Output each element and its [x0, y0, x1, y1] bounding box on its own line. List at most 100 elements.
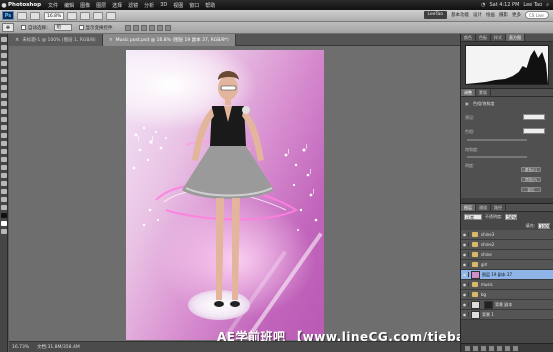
menu-app-name[interactable]: Photoshop — [8, 2, 41, 8]
saturation-slider[interactable] — [467, 156, 527, 158]
workspace-design[interactable]: 设计 — [473, 12, 482, 18]
opacity-input[interactable]: 56% — [505, 213, 518, 220]
wifi-icon[interactable]: ◔ — [481, 2, 485, 8]
preset-select[interactable] — [523, 114, 545, 120]
tab-color[interactable]: 颜色 — [461, 34, 476, 41]
menu-select[interactable]: 选择 — [112, 2, 122, 9]
hue-slider[interactable] — [467, 139, 527, 141]
visibility-eye-icon[interactable]: ◉ — [461, 232, 469, 237]
path-select-tool-icon[interactable] — [1, 165, 7, 170]
document-canvas[interactable] — [126, 50, 324, 340]
new-group-icon[interactable] — [497, 345, 502, 351]
zoom-level-select[interactable]: 16.8% — [44, 11, 65, 20]
spotlight-icon[interactable]: ⌕ — [546, 2, 549, 8]
menu-filter[interactable]: 滤镜 — [128, 2, 138, 9]
hand-tool-button[interactable] — [67, 11, 78, 20]
close-tab-icon[interactable]: × — [109, 37, 113, 43]
layer-row[interactable]: ◉ 背景 副本 — [461, 300, 553, 310]
align-top-icon[interactable] — [124, 24, 131, 31]
workspace-more[interactable]: 更多 — [512, 12, 521, 18]
align-bottom-icon[interactable] — [140, 24, 147, 31]
layer-row[interactable]: ◉ music — [461, 280, 553, 290]
tab-styles[interactable]: 样式 — [491, 34, 506, 41]
zoom-tool-button[interactable] — [80, 11, 91, 20]
layer-row[interactable]: ◉ 背景 1 — [461, 310, 553, 320]
layer-row[interactable]: ◉ shine2 — [461, 240, 553, 250]
arrange-documents-button[interactable] — [93, 11, 104, 20]
layer-style-icon[interactable] — [473, 345, 478, 351]
visibility-eye-icon[interactable]: ◉ — [461, 272, 469, 277]
menu-help[interactable]: 帮助 — [205, 2, 215, 9]
screen-mode-button[interactable] — [106, 11, 117, 20]
foreground-color-swatch[interactable] — [1, 213, 7, 218]
new-layer-icon[interactable] — [505, 345, 510, 351]
auto-select-checkbox[interactable]: 自动选择： — [21, 25, 51, 31]
visibility-eye-icon[interactable]: ◉ — [461, 292, 469, 297]
menu-image[interactable]: 图像 — [80, 2, 90, 9]
eyedropper-tool-icon[interactable] — [1, 77, 7, 82]
quick-mask-icon[interactable] — [1, 229, 7, 234]
move-tool-preset-icon[interactable]: ✥ — [2, 23, 14, 32]
show-transform-checkbox[interactable]: 显示变换控件 — [78, 25, 113, 31]
menu-analysis[interactable]: 分析 — [144, 2, 154, 9]
blur-tool-icon[interactable] — [1, 133, 7, 138]
apple-icon[interactable]: ● — [0, 2, 8, 9]
cs-live-search[interactable]: CS Live — [525, 11, 549, 19]
gradient-tool-icon[interactable] — [1, 125, 7, 130]
workspace-painting[interactable]: 绘画 — [486, 12, 495, 18]
lasso-tool-icon[interactable] — [1, 53, 7, 58]
menu-edit[interactable]: 编辑 — [64, 2, 74, 9]
tab-channels[interactable]: 通道 — [476, 204, 491, 211]
layer-row[interactable]: ◉ shine — [461, 250, 553, 260]
tray-clock[interactable]: Sat 4:12 PM — [489, 2, 519, 8]
document-tab-music-post[interactable]: × Music post.psd @ 16.8% (图层 19 副本 37, R… — [102, 34, 236, 46]
background-color-swatch[interactable] — [1, 221, 7, 226]
menu-file[interactable]: 文件 — [48, 2, 58, 9]
status-zoom[interactable]: 16.73% — [9, 345, 31, 350]
colorize-button[interactable]: 着色(C) — [521, 167, 541, 172]
tab-histogram[interactable]: 直方图 — [506, 34, 525, 41]
workspace-essentials[interactable]: 基本功能 — [451, 12, 469, 18]
close-tab-icon[interactable]: × — [15, 37, 19, 43]
add-mask-icon[interactable] — [481, 345, 486, 351]
menu-view[interactable]: 视图 — [173, 2, 183, 9]
visibility-eye-icon[interactable]: ◉ — [461, 312, 469, 317]
zoom-tool-icon[interactable] — [1, 205, 7, 210]
visibility-eye-icon[interactable]: ◉ — [461, 242, 469, 247]
hue-input[interactable] — [523, 128, 545, 134]
link-layers-icon[interactable] — [465, 345, 470, 351]
align-right-icon[interactable] — [164, 24, 171, 31]
3d-rotate-tool-icon[interactable] — [1, 181, 7, 186]
hand-tool-icon[interactable] — [1, 197, 7, 202]
healing-tool-icon[interactable] — [1, 85, 7, 90]
align-middle-icon[interactable] — [132, 24, 139, 31]
reset-button[interactable]: 复位 — [521, 187, 541, 192]
crop-tool-icon[interactable] — [1, 69, 7, 74]
layer-row-selected[interactable]: ◉ 图层 19 副本 37 — [461, 270, 553, 280]
workspace-photography[interactable]: 摄影 — [499, 12, 508, 18]
history-brush-tool-icon[interactable] — [1, 109, 7, 114]
launch-bridge-button[interactable] — [17, 11, 27, 20]
eraser-tool-icon[interactable] — [1, 117, 7, 122]
layer-row[interactable]: ◉ shine3 — [461, 230, 553, 240]
visibility-eye-icon[interactable]: ◉ — [461, 262, 469, 267]
fill-input[interactable]: 100% — [538, 222, 551, 229]
menu-layer[interactable]: 图层 — [96, 2, 106, 9]
menu-3d[interactable]: 3D — [160, 2, 167, 8]
dodge-tool-icon[interactable] — [1, 141, 7, 146]
type-tool-icon[interactable] — [1, 157, 7, 162]
pen-tool-icon[interactable] — [1, 149, 7, 154]
tray-user[interactable]: Lee Tao — [523, 2, 542, 8]
tab-adjustments[interactable]: 调整 — [461, 89, 476, 96]
align-left-icon[interactable] — [148, 24, 155, 31]
brush-tool-icon[interactable] — [1, 93, 7, 98]
preview-button[interactable]: 预览(P) — [521, 177, 541, 182]
3d-orbit-tool-icon[interactable] — [1, 189, 7, 194]
visibility-eye-icon[interactable]: ◉ — [461, 282, 469, 287]
tab-paths[interactable]: 路径 — [491, 204, 506, 211]
adjustment-layer-icon[interactable] — [489, 345, 494, 351]
visibility-eye-icon[interactable]: ◉ — [461, 252, 469, 257]
marquee-tool-icon[interactable] — [1, 45, 7, 50]
visibility-eye-icon[interactable]: ◉ — [461, 302, 469, 307]
document-tab-untitled[interactable]: × 未标题-1 @ 100% (图层 1, RGB/8) — [9, 34, 103, 46]
